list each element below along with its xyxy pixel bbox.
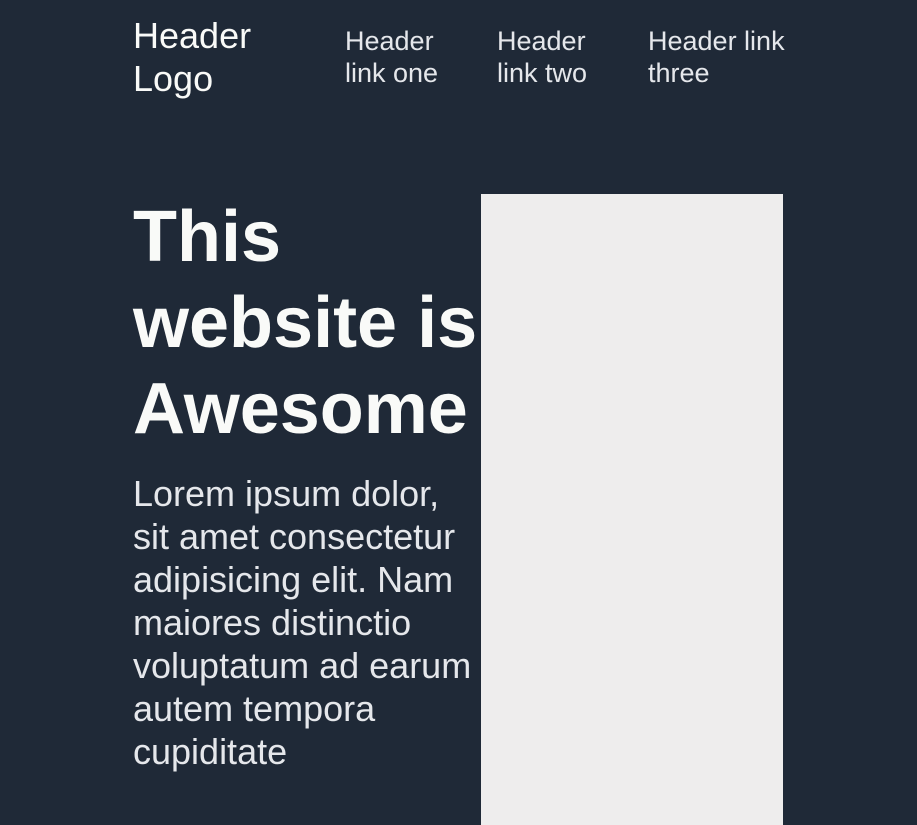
page-header: Header Logo Header link one Header link … [133,14,785,104]
header-link-one[interactable]: Header link one [345,25,465,89]
hero-description: Lorem ipsum dolor, sit amet consectetur … [133,473,472,772]
hero-image-placeholder [481,194,783,825]
hero-title: This website is Awesome [133,197,478,449]
hero-text-section: This website is Awesome Lorem ipsum dolo… [133,194,481,773]
header-link-three[interactable]: Header link three [648,25,788,89]
header-link-two[interactable]: Header link two [497,25,617,89]
header-logo[interactable]: Header Logo [133,14,273,100]
